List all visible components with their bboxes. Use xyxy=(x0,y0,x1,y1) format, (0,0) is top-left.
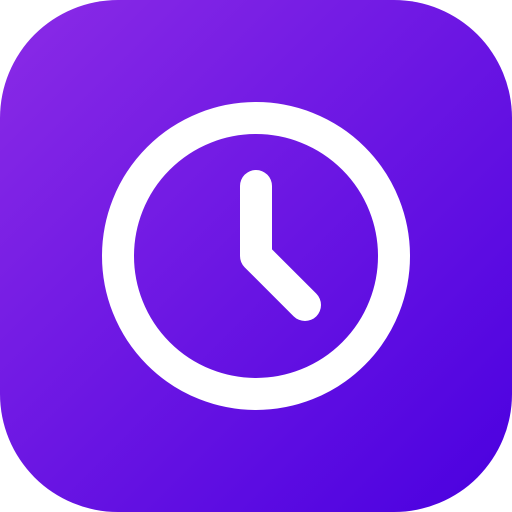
app-icon-graphic xyxy=(0,0,512,512)
app-icon[interactable] xyxy=(0,0,512,512)
